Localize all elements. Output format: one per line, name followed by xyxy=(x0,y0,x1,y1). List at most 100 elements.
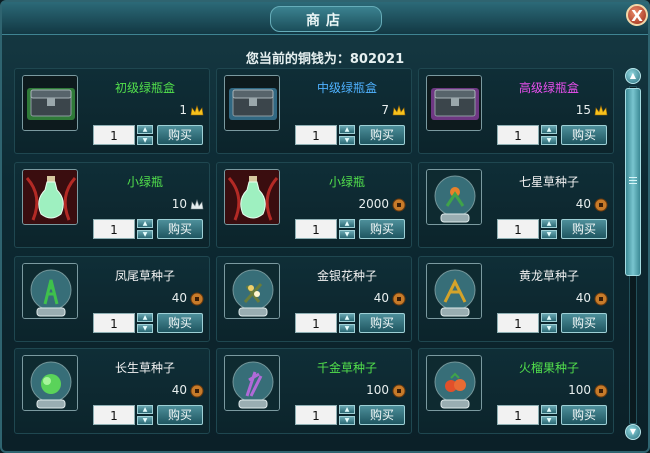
decrease-quantity-button[interactable]: ▼ xyxy=(137,136,153,145)
buy-button[interactable]: 购买 xyxy=(157,125,203,145)
quantity-input[interactable]: 1 xyxy=(93,125,135,145)
shop-item-slot: 黄龙草种子 40 1 ▲ ▼ 购买 xyxy=(418,256,614,342)
increase-quantity-button[interactable]: ▲ xyxy=(541,405,557,414)
quantity-input[interactable]: 1 xyxy=(93,313,135,333)
quantity-input[interactable]: 1 xyxy=(295,313,337,333)
increase-quantity-button[interactable]: ▲ xyxy=(137,219,153,228)
buy-button[interactable]: 购买 xyxy=(157,313,203,333)
shop-item-slot: 初级绿瓶盒 1 1 ▲ ▼ 购买 xyxy=(14,68,210,154)
thumb-grip xyxy=(629,180,637,181)
item-price: 100 xyxy=(568,383,591,397)
shop-item-slot: 七星草种子 40 1 ▲ ▼ 购买 xyxy=(418,162,614,248)
buy-button[interactable]: 购买 xyxy=(561,405,607,425)
gold-crown-icon xyxy=(594,103,608,117)
shop-item-slot: 长生草种子 40 1 ▲ ▼ 购买 xyxy=(14,348,210,434)
item-price: 1 xyxy=(179,103,187,117)
quantity-input[interactable]: 1 xyxy=(93,405,135,425)
quantity-stepper: ▲ ▼ xyxy=(137,313,153,333)
buy-button[interactable]: 购买 xyxy=(561,219,607,239)
quantity-stepper: ▲ ▼ xyxy=(541,219,557,239)
item-name: 金银花种子 xyxy=(316,269,377,283)
item-name: 高级绿瓶盒 xyxy=(518,81,579,95)
decrease-quantity-button[interactable]: ▼ xyxy=(137,324,153,333)
scroll-thumb[interactable] xyxy=(625,88,641,276)
increase-quantity-button[interactable]: ▲ xyxy=(541,125,557,134)
close-button[interactable]: X xyxy=(626,4,648,26)
buy-button[interactable]: 购买 xyxy=(359,219,405,239)
quantity-input[interactable]: 1 xyxy=(93,219,135,239)
decrease-quantity-button[interactable]: ▼ xyxy=(339,230,355,239)
buy-button[interactable]: 购买 xyxy=(157,405,203,425)
decrease-quantity-button[interactable]: ▼ xyxy=(541,324,557,333)
copper-balance-label: 您当前的铜钱为： xyxy=(245,52,350,67)
item-price: 15 xyxy=(575,103,591,117)
buy-button[interactable]: 购买 xyxy=(359,125,405,145)
buy-button[interactable]: 购买 xyxy=(157,219,203,239)
increase-quantity-button[interactable]: ▲ xyxy=(339,219,355,228)
decrease-quantity-button[interactable]: ▼ xyxy=(541,230,557,239)
gold-crown-icon xyxy=(392,103,406,117)
quantity-stepper: ▲ ▼ xyxy=(137,405,153,425)
item-price: 100 xyxy=(366,383,389,397)
quantity-input[interactable]: 1 xyxy=(295,125,337,145)
buy-button[interactable]: 购买 xyxy=(359,313,405,333)
quantity-input[interactable]: 1 xyxy=(497,219,539,239)
thumb-grip xyxy=(629,177,637,178)
item-name: 黄龙草种子 xyxy=(518,269,579,283)
copper-coin-icon xyxy=(594,383,608,398)
title-plate: 商店 xyxy=(270,6,382,32)
quantity-input[interactable]: 1 xyxy=(295,219,337,239)
buy-button[interactable]: 购买 xyxy=(359,405,405,425)
quantity-input[interactable]: 1 xyxy=(497,313,539,333)
item-price: 7 xyxy=(381,103,389,117)
increase-quantity-button[interactable]: ▲ xyxy=(137,125,153,134)
item-icon[interactable] xyxy=(22,263,78,319)
decrease-quantity-button[interactable]: ▼ xyxy=(137,416,153,425)
quantity-stepper: ▲ ▼ xyxy=(541,313,557,333)
item-icon[interactable] xyxy=(224,75,280,131)
quantity-input[interactable]: 1 xyxy=(497,125,539,145)
shop-item-slot: 金银花种子 40 1 ▲ ▼ 购买 xyxy=(216,256,412,342)
item-name: 初级绿瓶盒 xyxy=(114,81,175,95)
increase-quantity-button[interactable]: ▲ xyxy=(339,313,355,322)
scrollbar[interactable]: ▲ ▼ xyxy=(622,68,644,442)
item-icon[interactable] xyxy=(426,263,482,319)
increase-quantity-button[interactable]: ▲ xyxy=(339,405,355,414)
item-price: 40 xyxy=(373,291,389,305)
buy-button[interactable]: 购买 xyxy=(561,125,607,145)
decrease-quantity-button[interactable]: ▼ xyxy=(137,230,153,239)
item-icon[interactable] xyxy=(22,355,78,411)
decrease-quantity-button[interactable]: ▼ xyxy=(541,416,557,425)
increase-quantity-button[interactable]: ▲ xyxy=(339,125,355,134)
increase-quantity-button[interactable]: ▲ xyxy=(541,313,557,322)
decrease-quantity-button[interactable]: ▼ xyxy=(339,136,355,145)
decrease-quantity-button[interactable]: ▼ xyxy=(339,324,355,333)
buy-button[interactable]: 购买 xyxy=(561,313,607,333)
scroll-down-button[interactable]: ▼ xyxy=(625,424,641,440)
increase-quantity-button[interactable]: ▲ xyxy=(541,219,557,228)
copper-coin-icon xyxy=(392,197,406,212)
decrease-quantity-button[interactable]: ▼ xyxy=(339,416,355,425)
item-price: 2000 xyxy=(358,197,389,211)
shop-item-slot: 火榴果种子 100 1 ▲ ▼ 购买 xyxy=(418,348,614,434)
shop-item-slot: 中级绿瓶盒 7 1 ▲ ▼ 购买 xyxy=(216,68,412,154)
scroll-up-button[interactable]: ▲ xyxy=(625,68,641,84)
copper-balance-value: 802021 xyxy=(349,52,405,67)
item-name: 长生草种子 xyxy=(114,361,175,375)
item-icon[interactable] xyxy=(22,75,78,131)
copper-coin-icon xyxy=(594,197,608,212)
title-bar[interactable]: 商店 xyxy=(2,2,648,35)
increase-quantity-button[interactable]: ▲ xyxy=(137,405,153,414)
item-icon[interactable] xyxy=(224,169,280,225)
item-icon[interactable] xyxy=(224,355,280,411)
item-icon[interactable] xyxy=(22,169,78,225)
quantity-input[interactable]: 1 xyxy=(497,405,539,425)
item-icon[interactable] xyxy=(426,169,482,225)
item-icon[interactable] xyxy=(426,355,482,411)
item-icon[interactable] xyxy=(224,263,280,319)
quantity-input[interactable]: 1 xyxy=(295,405,337,425)
increase-quantity-button[interactable]: ▲ xyxy=(137,313,153,322)
item-icon[interactable] xyxy=(426,75,482,131)
decrease-quantity-button[interactable]: ▼ xyxy=(541,136,557,145)
copper-coin-icon xyxy=(594,291,608,306)
